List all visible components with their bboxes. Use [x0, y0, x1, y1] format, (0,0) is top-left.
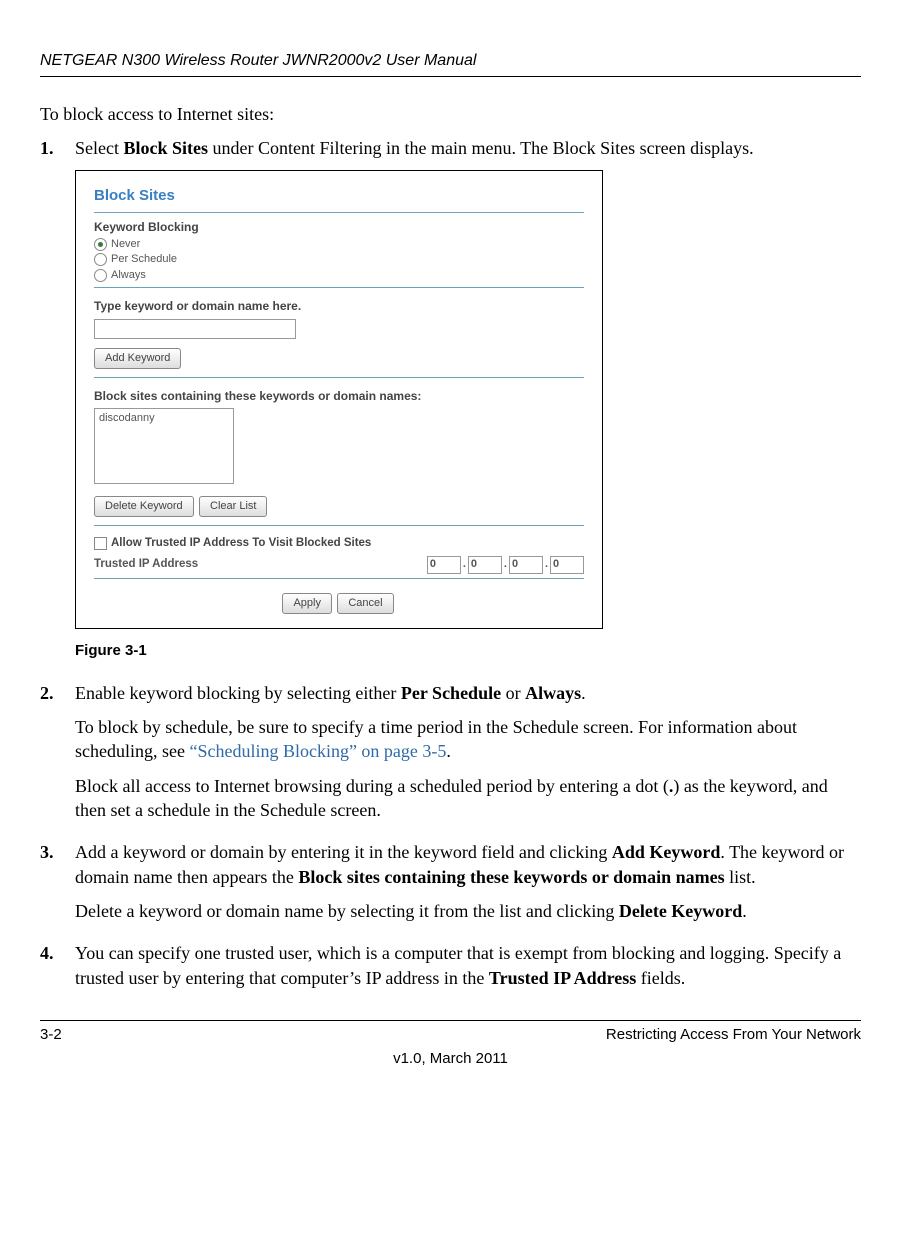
step-3: 3. Add a keyword or domain by entering i…: [40, 840, 861, 933]
radio-never[interactable]: Never: [94, 237, 584, 252]
keyword-blocking-heading: Keyword Blocking: [94, 219, 584, 235]
step-2-para3-pre: Block all access to Internet browsing du…: [75, 776, 669, 796]
step-2-post: .: [581, 683, 586, 703]
apply-button[interactable]: Apply: [282, 593, 332, 614]
step-2-para2-post: .: [446, 741, 451, 761]
step-3-para2-post: .: [742, 901, 747, 921]
figure-caption: Figure 3-1: [75, 641, 861, 661]
cancel-button[interactable]: Cancel: [337, 593, 393, 614]
step-3-b2: Block sites containing these keywords or…: [298, 867, 724, 887]
step-1-pre: Select: [75, 138, 123, 158]
footer-line-1: 3-2 Restricting Access From Your Network: [40, 1025, 861, 1045]
step-2-pre: Enable keyword blocking by selecting eit…: [75, 683, 401, 703]
step-2-number: 2.: [40, 681, 75, 832]
ip-octet-3[interactable]: 0: [509, 556, 543, 574]
keyword-input[interactable]: [94, 319, 296, 339]
add-keyword-button[interactable]: Add Keyword: [94, 348, 181, 369]
radio-icon: [94, 269, 107, 282]
allow-trusted-row[interactable]: Allow Trusted IP Address To Visit Blocke…: [94, 536, 584, 552]
type-keyword-label: Type keyword or domain name here.: [94, 298, 584, 314]
fig-divider: [94, 578, 584, 579]
step-4-pre: You can specify one trusted user, which …: [75, 943, 841, 987]
footer-rule: [40, 1020, 861, 1021]
ip-octet-2[interactable]: 0: [468, 556, 502, 574]
step-1-body: Select Block Sites under Content Filteri…: [75, 136, 861, 160]
step-3-number: 3.: [40, 840, 75, 933]
scheduling-blocking-link[interactable]: “Scheduling Blocking” on page 3-5: [189, 741, 446, 761]
step-4-number: 4.: [40, 941, 75, 990]
chapter-title: Restricting Access From Your Network: [606, 1025, 861, 1045]
ip-dot: .: [463, 557, 466, 572]
step-4-b1: Trusted IP Address: [489, 968, 636, 988]
step-4-post: fields.: [636, 968, 685, 988]
step-1-number: 1.: [40, 136, 75, 160]
trusted-ip-label: Trusted IP Address: [94, 557, 427, 573]
doc-version: v1.0, March 2011: [40, 1049, 861, 1069]
ip-octet-1[interactable]: 0: [427, 556, 461, 574]
radio-per-schedule-label: Per Schedule: [111, 252, 177, 267]
radio-per-schedule[interactable]: Per Schedule: [94, 252, 584, 267]
step-1-post: under Content Filtering in the main menu…: [208, 138, 754, 158]
step-3-pre: Add a keyword or domain by entering it i…: [75, 842, 612, 862]
allow-trusted-label: Allow Trusted IP Address To Visit Blocke…: [111, 536, 371, 552]
radio-icon: [94, 253, 107, 266]
step-1-bold: Block Sites: [123, 138, 208, 158]
fig-divider: [94, 287, 584, 288]
step-2-b1: Per Schedule: [401, 683, 501, 703]
block-list-heading: Block sites containing these keywords or…: [94, 388, 584, 404]
radio-icon: [94, 238, 107, 251]
step-4-body: You can specify one trusted user, which …: [75, 941, 861, 990]
ip-dot: .: [545, 557, 548, 572]
ip-octet-4[interactable]: 0: [550, 556, 584, 574]
radio-always-label: Always: [111, 268, 146, 283]
intro-text: To block access to Internet sites:: [40, 102, 861, 126]
step-4: 4. You can specify one trusted user, whi…: [40, 941, 861, 990]
step-3-b1: Add Keyword: [612, 842, 721, 862]
figure-footer-buttons: Apply Cancel: [94, 589, 584, 618]
trusted-ip-row: Trusted IP Address 0 . 0 . 0 . 0: [94, 556, 584, 574]
step-3-b3: Delete Keyword: [619, 901, 742, 921]
radio-never-label: Never: [111, 237, 140, 252]
block-sites-screenshot: Block Sites Keyword Blocking Never Per S…: [75, 170, 603, 628]
step-2-b2: Always: [525, 683, 581, 703]
step-2: 2. Enable keyword blocking by selecting …: [40, 681, 861, 832]
header-rule: [40, 76, 861, 77]
figure-3-1-container: Block Sites Keyword Blocking Never Per S…: [75, 170, 861, 661]
delete-keyword-button[interactable]: Delete Keyword: [94, 496, 194, 517]
step-2-mid: or: [501, 683, 525, 703]
step-3-post: list.: [725, 867, 756, 887]
radio-always[interactable]: Always: [94, 268, 584, 283]
fig-divider: [94, 212, 584, 213]
step-2-body: Enable keyword blocking by selecting eit…: [75, 681, 861, 832]
fig-divider: [94, 525, 584, 526]
step-3-para2-pre: Delete a keyword or domain name by selec…: [75, 901, 619, 921]
doc-header-title: NETGEAR N300 Wireless Router JWNR2000v2 …: [40, 50, 861, 72]
keyword-list-item[interactable]: discodanny: [99, 411, 229, 426]
step-3-body: Add a keyword or domain by entering it i…: [75, 840, 861, 933]
fig-title: Block Sites: [94, 186, 584, 206]
checkbox-icon: [94, 537, 107, 550]
fig-divider: [94, 377, 584, 378]
keyword-listbox[interactable]: discodanny: [94, 408, 234, 484]
page-number: 3-2: [40, 1025, 62, 1045]
clear-list-button[interactable]: Clear List: [199, 496, 267, 517]
step-1: 1. Select Block Sites under Content Filt…: [40, 136, 861, 160]
ip-dot: .: [504, 557, 507, 572]
